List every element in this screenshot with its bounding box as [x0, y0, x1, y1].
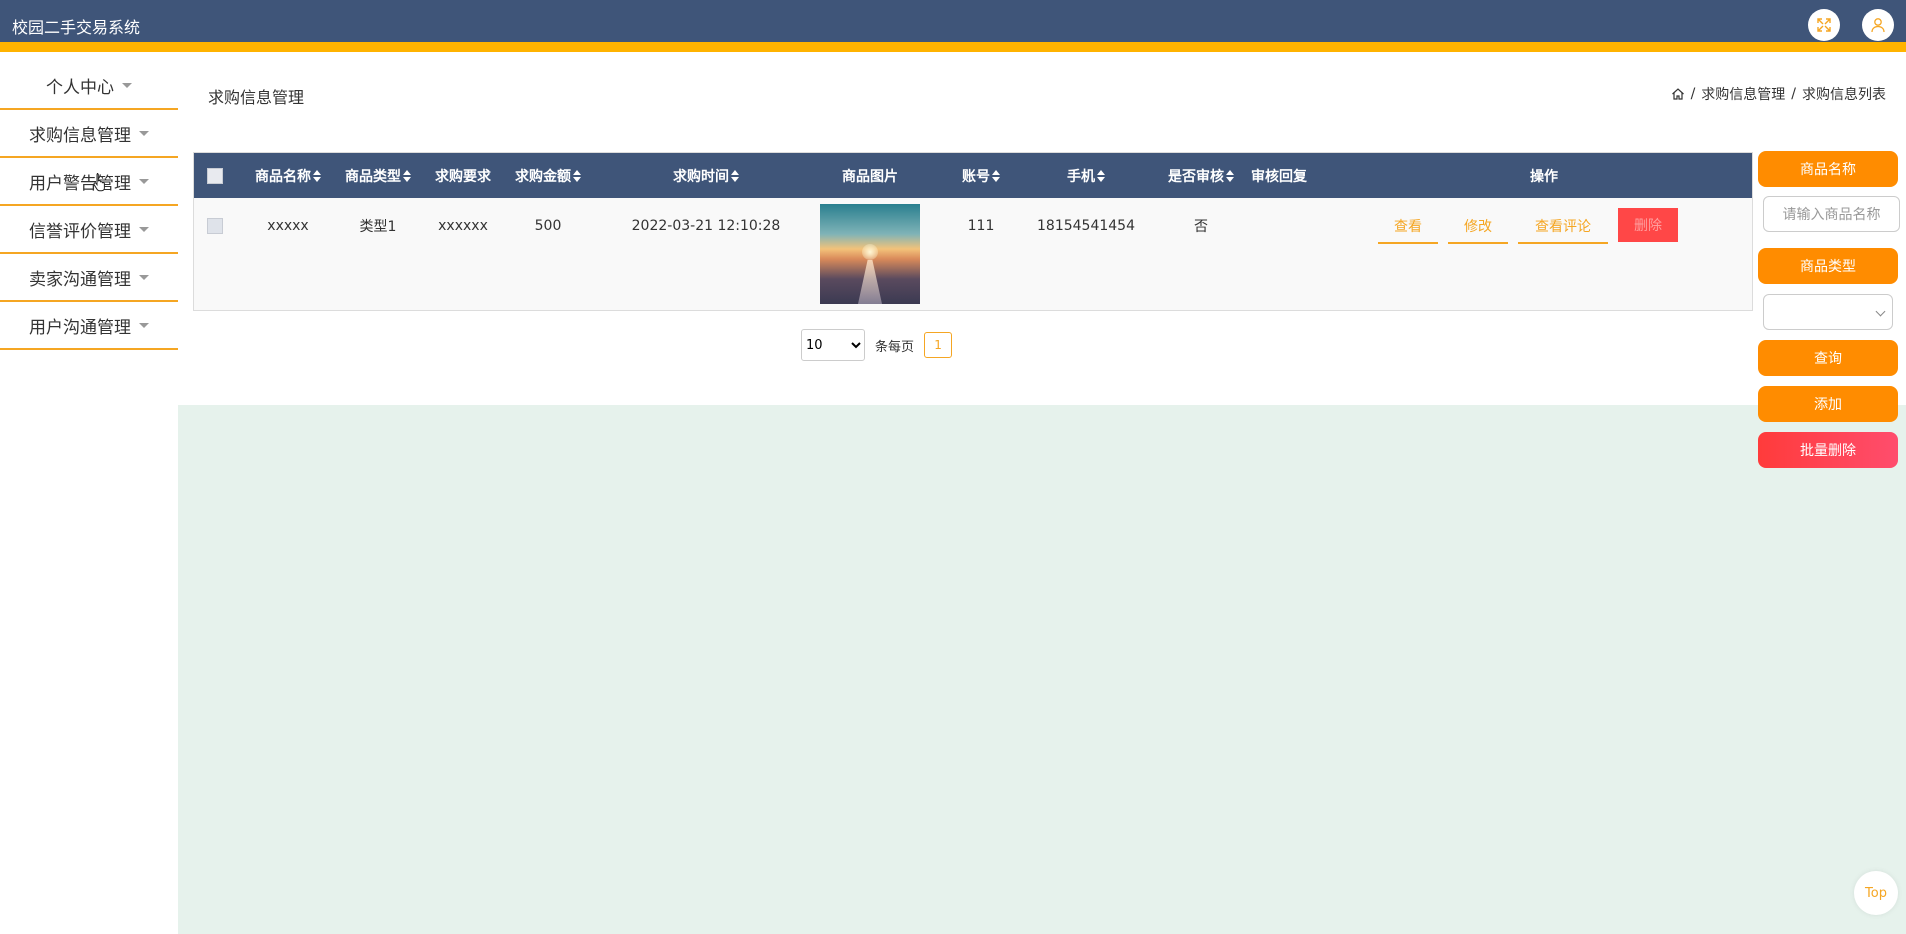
- chevron-down-icon: [122, 82, 132, 88]
- product-type-label: 商品类型: [1758, 248, 1898, 284]
- sidebar-item-label: 用户警告管理: [29, 173, 131, 194]
- view-button[interactable]: 查看: [1378, 210, 1438, 244]
- cell-amount: 500: [534, 218, 562, 234]
- sidebar-item-reputation[interactable]: 信誉评价管理: [0, 206, 178, 254]
- page-number-button[interactable]: 1: [924, 332, 953, 358]
- pagination: 10 20 50 100 条每页 1: [801, 329, 953, 361]
- sort-icon: [313, 169, 321, 182]
- column-header-account[interactable]: 账号: [946, 153, 1016, 198]
- page-size-select[interactable]: 10 20 50 100: [801, 329, 865, 361]
- home-icon[interactable]: [1671, 87, 1685, 101]
- sidebar-item-label: 个人中心: [46, 77, 114, 98]
- add-button[interactable]: 添加: [1758, 386, 1898, 422]
- sidebar-item-label: 用户沟通管理: [29, 317, 131, 338]
- select-all-checkbox[interactable]: [207, 167, 223, 184]
- fullscreen-button[interactable]: [1808, 9, 1840, 41]
- fullscreen-icon: [1817, 18, 1831, 32]
- table-row: xxxxx 类型1 xxxxxx 500 2022-03-21 12:10:28…: [194, 198, 1752, 310]
- sort-icon: [992, 169, 1000, 182]
- table-header: 商品名称 商品类型 求购要求 求购金额 求购时间 商品图片 账号 手机 是否审核…: [194, 153, 1752, 198]
- sidebar-item-label: 卖家沟通管理: [29, 269, 131, 290]
- sidebar-item-label: 求购信息管理: [29, 125, 131, 146]
- breadcrumb-level2: 求购信息列表: [1802, 87, 1886, 103]
- top-bar: 校园二手交易系统: [0, 0, 1906, 52]
- column-header-type[interactable]: 商品类型: [336, 153, 420, 198]
- chevron-down-icon: [139, 130, 149, 136]
- sort-icon: [731, 169, 739, 182]
- delete-button[interactable]: 删除: [1618, 208, 1678, 242]
- sidebar-item-personal-center[interactable]: 个人中心: [0, 62, 178, 110]
- cell-phone: 18154541454: [1037, 218, 1135, 234]
- product-name-label: 商品名称: [1758, 151, 1898, 187]
- chevron-down-icon: [139, 226, 149, 232]
- chevron-down-icon: [139, 274, 149, 280]
- user-icon: [1871, 18, 1885, 33]
- sort-icon: [573, 169, 581, 182]
- column-header-actions: 操作: [1530, 168, 1558, 185]
- breadcrumb-level1[interactable]: 求购信息管理: [1701, 84, 1785, 104]
- cell-requirement: xxxxxx: [438, 218, 488, 234]
- row-checkbox[interactable]: [207, 218, 223, 234]
- content-footer-area: [178, 405, 1906, 934]
- column-header-image: 商品图片: [842, 168, 898, 185]
- product-image[interactable]: [820, 204, 920, 304]
- query-button[interactable]: 查询: [1758, 340, 1898, 376]
- cell-account: 111: [967, 218, 995, 234]
- batch-delete-button[interactable]: 批量删除: [1758, 432, 1898, 468]
- image-sun: [862, 244, 878, 260]
- cell-type: 类型1: [359, 219, 397, 235]
- row-select-cell: [204, 198, 226, 254]
- breadcrumb-separator: /: [1690, 86, 1696, 102]
- chevron-down-icon: [139, 178, 149, 184]
- select-all-cell: [204, 153, 226, 198]
- sort-icon: [403, 169, 411, 182]
- per-page-label: 条每页: [875, 339, 915, 355]
- sidebar-item-user-chat[interactable]: 用户沟通管理: [0, 302, 178, 350]
- image-road: [858, 260, 882, 304]
- product-type-select[interactable]: [1763, 294, 1893, 330]
- sidebar-item-purchase-info[interactable]: 求购信息管理: [0, 110, 178, 158]
- sort-icon: [1097, 169, 1105, 182]
- sidebar: 个人中心 求购信息管理 用户警告管理 信誉评价管理 卖家沟通管理 用户沟通管理: [0, 62, 178, 350]
- hand-cursor-icon: [93, 173, 105, 192]
- column-header-phone[interactable]: 手机: [1016, 153, 1156, 198]
- breadcrumb-separator: /: [1791, 86, 1796, 102]
- product-name-input[interactable]: 请输入商品名称: [1763, 196, 1900, 232]
- user-button[interactable]: [1862, 9, 1894, 41]
- sort-icon: [1226, 169, 1234, 182]
- sidebar-item-label: 信誉评价管理: [29, 221, 131, 242]
- view-comments-button[interactable]: 查看评论: [1518, 210, 1608, 244]
- purchase-table: 商品名称 商品类型 求购要求 求购金额 求购时间 商品图片 账号 手机 是否审核…: [193, 152, 1753, 311]
- page-title: 求购信息管理: [208, 88, 305, 107]
- column-header-reply: 审核回复: [1251, 168, 1307, 185]
- sidebar-item-seller-chat[interactable]: 卖家沟通管理: [0, 254, 178, 302]
- app-title: 校园二手交易系统: [12, 18, 141, 37]
- column-header-time[interactable]: 求购时间: [626, 153, 786, 198]
- chevron-down-icon: [1875, 306, 1886, 317]
- column-header-requirement: 求购要求: [435, 168, 491, 185]
- cell-reply: [1234, 198, 1324, 254]
- sidebar-item-user-warnings[interactable]: 用户警告管理: [0, 158, 178, 206]
- cell-name: xxxxx: [267, 218, 309, 234]
- column-header-amount[interactable]: 求购金额: [506, 153, 590, 198]
- column-header-name[interactable]: 商品名称: [246, 153, 330, 198]
- breadcrumb: / 求购信息管理 / 求购信息列表: [1671, 84, 1886, 104]
- chevron-down-icon: [139, 322, 149, 328]
- cell-time: 2022-03-21 12:10:28: [631, 218, 781, 234]
- edit-button[interactable]: 修改: [1448, 210, 1508, 244]
- back-to-top-button[interactable]: Top: [1854, 871, 1898, 915]
